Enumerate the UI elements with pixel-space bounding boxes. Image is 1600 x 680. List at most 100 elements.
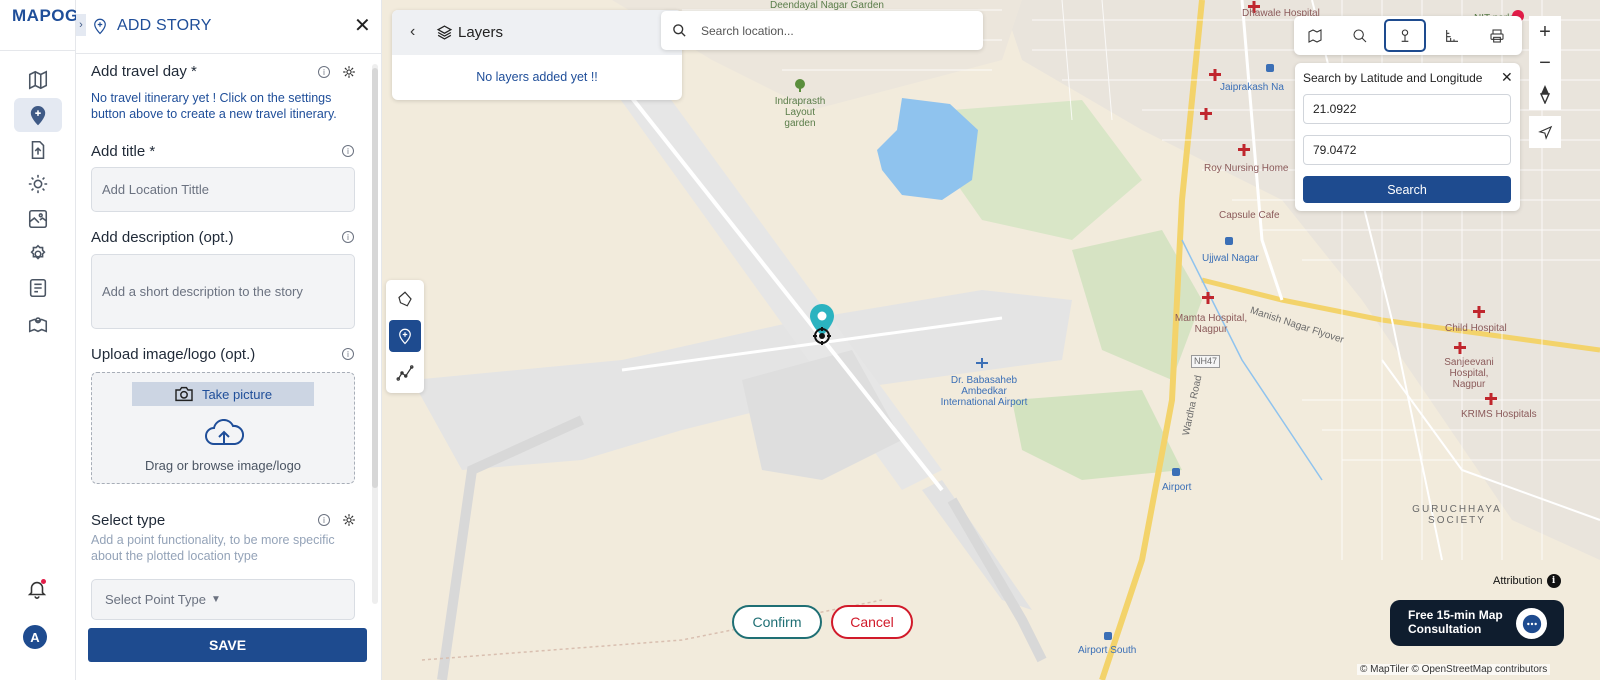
scrollbar-thumb[interactable] xyxy=(372,68,378,488)
info-icon: i xyxy=(1546,574,1561,588)
map-label: GURUCHHAYA SOCIETY xyxy=(1412,504,1502,526)
map-gallery-icon[interactable] xyxy=(14,202,62,236)
print-icon xyxy=(1490,28,1504,43)
layers-title: Layers xyxy=(458,24,504,41)
search-input[interactable] xyxy=(701,20,971,42)
layers-empty-message: No layers added yet !! xyxy=(476,70,598,84)
point-type-select[interactable]: Select Point Type ▼ xyxy=(91,579,355,620)
panel-title: ADD STORY xyxy=(117,17,212,34)
search-icon xyxy=(1353,28,1367,42)
search-tool-button[interactable] xyxy=(1339,19,1381,52)
upload-label: Upload image/logo (opt.) xyxy=(91,346,256,363)
title-label: Add title * xyxy=(91,143,156,160)
compass-icon xyxy=(1539,85,1551,104)
gear-icon[interactable] xyxy=(342,513,356,527)
close-icon[interactable]: ✕ xyxy=(1501,69,1513,86)
map-copyright[interactable]: © MapTiler © OpenStreetMap contributors xyxy=(1357,664,1551,675)
chat-icon xyxy=(1522,614,1541,633)
map-label: KRIMS Hospitals xyxy=(1461,409,1537,420)
latitude-input[interactable]: 21.0922 xyxy=(1303,94,1511,124)
map-label: Deendayal Nagar Garden xyxy=(770,0,884,11)
gear-icon[interactable] xyxy=(14,237,62,271)
close-icon[interactable]: ✕ xyxy=(354,16,371,36)
drag-browse-text: Drag or browse image/logo xyxy=(144,458,302,473)
polygon-icon xyxy=(398,291,412,307)
select-type-label: Select type xyxy=(91,512,166,529)
confirm-button[interactable]: Confirm xyxy=(732,605,822,639)
location-marker-icon[interactable] xyxy=(806,302,838,350)
map-toolbar xyxy=(1294,16,1522,55)
map-label: Ujjwal Nagar xyxy=(1202,253,1259,264)
gear-icon[interactable] xyxy=(342,65,356,79)
attribution-label: Attribution xyxy=(1493,575,1543,587)
map-label: Airport xyxy=(1162,482,1192,493)
map-view-button[interactable] xyxy=(1294,19,1336,52)
attribution-toggle[interactable]: Attribution i xyxy=(1493,574,1561,588)
upload-icon[interactable] xyxy=(14,133,62,167)
polyline-icon xyxy=(396,365,414,381)
checklist-icon[interactable] xyxy=(14,271,62,305)
polygon-tool-button[interactable] xyxy=(389,283,421,315)
collapse-tab[interactable]: › xyxy=(76,14,86,36)
consultation-widget[interactable]: Free 15-min Map Consultation xyxy=(1390,600,1564,646)
layers-panel: ‹ Layers No layers added yet !! xyxy=(392,10,682,100)
map-label: Dr. Babasaheb Ambedkar International Air… xyxy=(940,375,1028,408)
latlng-tool-button[interactable] xyxy=(1384,19,1426,52)
chat-button[interactable] xyxy=(1516,608,1547,639)
title-input[interactable]: Add Location Tittle xyxy=(91,167,355,212)
description-label: Add description (opt.) xyxy=(91,229,234,246)
notification-dot xyxy=(41,579,46,584)
map-label: Child Hospital xyxy=(1445,323,1507,334)
zoom-out-button[interactable]: − xyxy=(1529,47,1561,79)
description-textarea[interactable]: Add a short description to the story xyxy=(91,254,355,329)
map-label: Indraprasth Layout garden xyxy=(774,96,826,129)
caret-down-icon: ▼ xyxy=(210,594,221,605)
chevron-left-icon[interactable]: ‹ xyxy=(410,23,415,41)
latlng-search-button[interactable]: Search xyxy=(1303,176,1511,203)
map-icon[interactable] xyxy=(14,63,62,97)
select-type-hint: Add a point functionality, to be more sp… xyxy=(91,533,335,563)
layers-icon xyxy=(436,25,453,40)
add-story-icon[interactable] xyxy=(14,98,62,132)
layers-header: ‹ Layers xyxy=(392,10,682,55)
add-location-icon xyxy=(94,18,106,35)
cancel-button[interactable]: Cancel xyxy=(831,605,913,639)
measure-tool-button[interactable] xyxy=(1431,19,1473,52)
line-tool-button[interactable] xyxy=(389,357,421,389)
ruler-icon xyxy=(1446,29,1458,42)
info-icon[interactable]: i xyxy=(318,66,330,78)
drawing-tools xyxy=(386,280,424,393)
map-label: Capsule Cafe xyxy=(1219,210,1280,221)
panel-scrollbar[interactable] xyxy=(372,64,378,604)
take-picture-button[interactable]: Take picture xyxy=(132,382,314,406)
point-tool-button[interactable] xyxy=(389,320,421,352)
info-icon[interactable]: i xyxy=(342,231,354,243)
map-label: Airport South xyxy=(1078,645,1137,656)
point-type-value: Select Point Type xyxy=(105,592,206,607)
cloud-upload-icon xyxy=(205,419,244,445)
upload-dropzone[interactable]: Take picture Drag or browse image/logo xyxy=(91,372,355,484)
map-label: Roy Nursing Home xyxy=(1204,163,1289,174)
consultation-text: Free 15-min Map Consultation xyxy=(1408,608,1503,636)
add-story-panel: › ADD STORY ✕ Add travel day * i No trav… xyxy=(76,0,382,680)
person-pin-icon xyxy=(1401,28,1409,42)
mapog-logo[interactable]: MAPOG xyxy=(12,6,79,26)
longitude-input[interactable]: 79.0472 xyxy=(1303,135,1511,165)
info-icon[interactable]: i xyxy=(342,348,354,360)
zoom-in-button[interactable]: + xyxy=(1529,16,1561,48)
print-button[interactable] xyxy=(1476,19,1518,52)
location-map-icon[interactable] xyxy=(14,307,62,341)
take-picture-label: Take picture xyxy=(201,386,273,402)
divider xyxy=(0,50,76,51)
save-button[interactable]: SAVE xyxy=(88,628,367,662)
avatar[interactable]: A xyxy=(23,625,47,649)
left-icon-rail: MAPOG A xyxy=(0,0,79,680)
camera-icon xyxy=(175,386,193,402)
info-icon[interactable]: i xyxy=(342,145,354,157)
compass-button[interactable] xyxy=(1529,78,1561,110)
location-search-bar xyxy=(661,11,983,50)
settings-sun-icon[interactable] xyxy=(14,167,62,201)
info-icon[interactable]: i xyxy=(318,514,330,526)
locate-me-button[interactable] xyxy=(1529,116,1561,148)
add-point-icon xyxy=(399,328,411,345)
